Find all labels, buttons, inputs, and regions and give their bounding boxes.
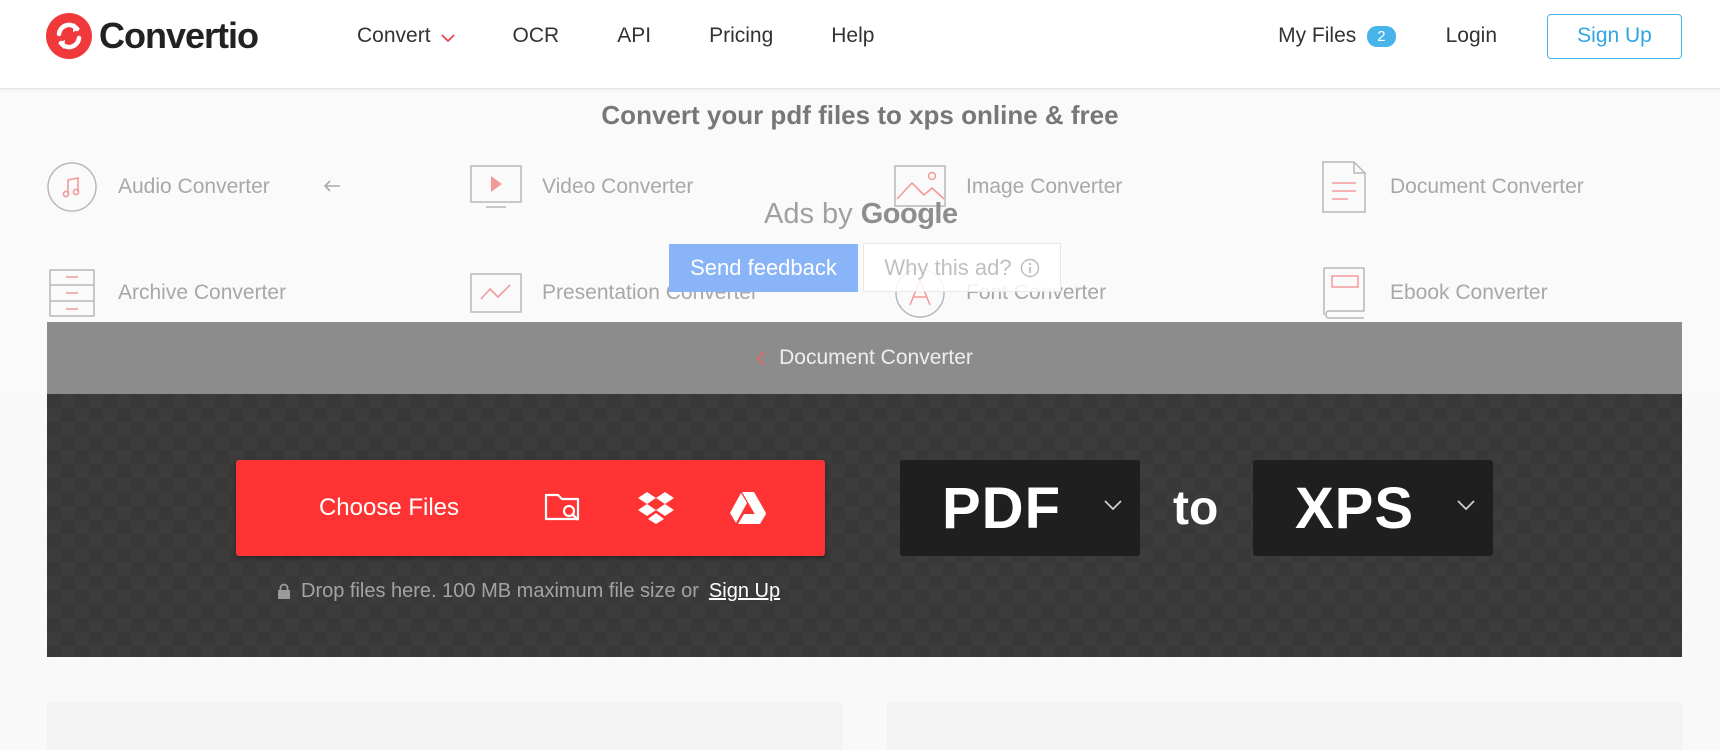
nav-convert[interactable]: Convert: [357, 24, 455, 48]
my-files-count-badge: 2: [1367, 25, 1396, 47]
site-header: Convertio Convert OCR API Pricing Help M…: [0, 0, 1720, 89]
nav-ocr[interactable]: OCR: [513, 24, 560, 48]
login-link[interactable]: Login: [1446, 24, 1497, 48]
music-note-icon: [46, 161, 98, 213]
target-format-select[interactable]: XPS: [1253, 460, 1493, 556]
target-format-value: XPS: [1295, 475, 1415, 541]
ebook-icon: [1318, 267, 1370, 319]
to-label: to: [1173, 481, 1219, 535]
google-text: Google: [860, 198, 958, 230]
category-archive[interactable]: Archive Converter: [46, 267, 286, 319]
info-card-right: [887, 702, 1682, 750]
nav-account: My Files 2 Login Sign Up: [1278, 0, 1720, 72]
arrow-left-icon[interactable]: [323, 179, 341, 193]
choose-files-button[interactable]: Choose Files: [236, 460, 542, 556]
video-play-icon: [470, 161, 522, 213]
lock-icon: [278, 583, 290, 599]
presentation-icon: [470, 267, 522, 319]
main-nav: Convert OCR API Pricing Help: [357, 0, 932, 72]
ads-by-google-label: Ads by Google: [764, 198, 958, 231]
why-this-ad-label: Why this ad?: [884, 254, 1012, 280]
source-format-select[interactable]: PDF: [900, 460, 1140, 556]
nav-help[interactable]: Help: [831, 24, 874, 48]
logo-text: Convertio: [99, 15, 259, 56]
hint-signup-link[interactable]: Sign Up: [709, 580, 780, 603]
category-label: Video Converter: [542, 175, 694, 198]
category-document[interactable]: Document Converter: [1318, 161, 1584, 213]
upload-panel[interactable]: Choose Files PDF to XPS Drop files here.…: [47, 394, 1682, 657]
folder-search-icon[interactable]: [543, 488, 583, 528]
nav-convert-label: Convert: [357, 24, 431, 47]
upload-hint-text: Drop files here. 100 MB maximum file siz…: [301, 580, 699, 602]
signup-button[interactable]: Sign Up: [1547, 13, 1682, 59]
category-label: Audio Converter: [118, 175, 270, 198]
info-card-left: [47, 702, 842, 750]
my-files-link[interactable]: My Files 2: [1278, 24, 1396, 48]
chevron-left-icon: [757, 350, 765, 366]
source-format-value: PDF: [942, 475, 1061, 541]
chevron-down-icon: [440, 33, 455, 42]
page-title: Convert your pdf files to xps online & f…: [601, 100, 1119, 130]
choose-files-group: Choose Files: [236, 460, 825, 556]
logo-mark-icon: [46, 13, 92, 59]
category-video[interactable]: Video Converter: [470, 161, 693, 213]
upload-hint: Drop files here. 100 MB maximum file siz…: [277, 580, 780, 603]
nav-api[interactable]: API: [617, 24, 651, 48]
chevron-down-icon: [1457, 500, 1475, 511]
category-audio[interactable]: Audio Converter: [46, 161, 270, 213]
category-label: Document Converter: [1390, 175, 1584, 198]
category-label: Image Converter: [966, 175, 1123, 198]
why-this-ad-button[interactable]: Why this ad?: [863, 243, 1061, 292]
category-ebook[interactable]: Ebook Converter: [1318, 267, 1548, 319]
my-files-label: My Files: [1278, 24, 1357, 47]
category-label: Ebook Converter: [1390, 281, 1548, 304]
chevron-down-icon: [1104, 500, 1122, 511]
category-label: Archive Converter: [118, 281, 287, 304]
info-icon: [1020, 258, 1039, 277]
send-feedback-button[interactable]: Send feedback: [669, 244, 858, 292]
archive-icon: [46, 267, 98, 319]
document-icon: [1318, 161, 1370, 213]
google-drive-icon[interactable]: [728, 488, 768, 528]
logo[interactable]: Convertio: [46, 13, 259, 59]
breadcrumb-label: Document Converter: [779, 346, 973, 369]
nav-pricing[interactable]: Pricing: [709, 24, 773, 48]
breadcrumb[interactable]: Document Converter: [47, 322, 1682, 394]
dropbox-icon[interactable]: [636, 488, 676, 528]
ads-by-text: Ads by: [764, 198, 853, 230]
